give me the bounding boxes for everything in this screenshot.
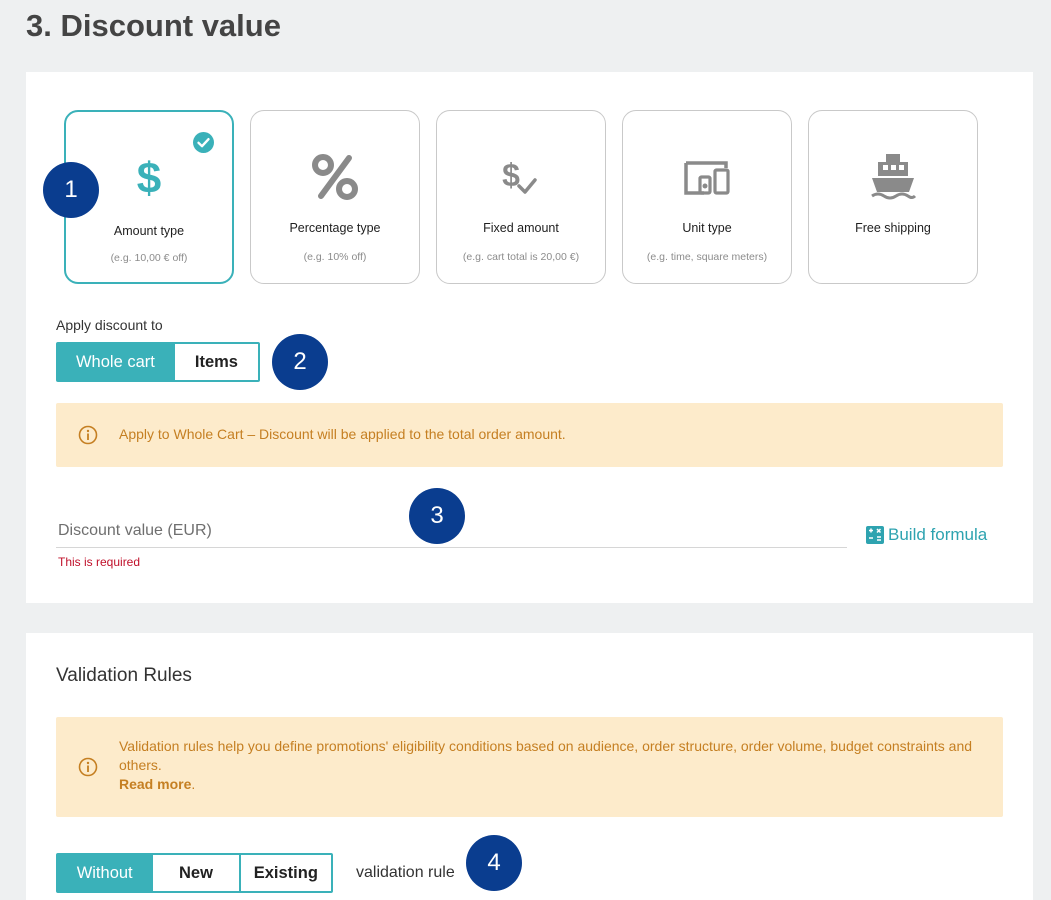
error-message: This is required: [58, 555, 141, 569]
items-button[interactable]: Items: [172, 344, 258, 380]
discount-value-card: $ Amount type (e.g. 10,00 € off) Percent…: [26, 72, 1033, 603]
percent-icon: [251, 151, 419, 203]
apply-notice-text: Apply to Whole Cart – Discount will be a…: [119, 426, 566, 442]
step-badge-4: 4: [466, 835, 522, 891]
apply-discount-label: Apply discount to: [56, 317, 163, 333]
validation-rule-suffix: validation rule: [356, 864, 455, 881]
validation-notice-text: Validation rules help you define promoti…: [119, 737, 979, 794]
tile-sub: (e.g. cart total is 20,00 €): [462, 251, 580, 263]
step-badge-3: 3: [409, 488, 465, 544]
validation-rule-toggle: Without New Existing: [56, 853, 333, 893]
check-circle-icon: [193, 132, 214, 153]
discount-type-free-shipping[interactable]: Free shipping: [808, 110, 978, 284]
tile-sub: (e.g. 10% off): [303, 251, 367, 263]
validation-rules-card: Validation Rules Validation rules help y…: [26, 633, 1033, 900]
validation-notice: Validation rules help you define promoti…: [56, 717, 1003, 817]
step-badge-2: 2: [272, 334, 328, 390]
build-formula-label: Build formula: [888, 525, 988, 544]
info-icon: [78, 757, 98, 777]
tile-sub: (e.g. time, square meters): [646, 251, 768, 263]
validation-rules-title: Validation Rules: [56, 665, 192, 686]
tile-label: Amount type: [113, 224, 185, 238]
existing-button[interactable]: Existing: [238, 855, 331, 891]
tile-label: Percentage type: [289, 221, 381, 235]
info-icon: [78, 425, 98, 445]
dollar-check-icon: $: [437, 151, 605, 203]
step-badge-1: 1: [43, 162, 99, 218]
svg-text:$: $: [502, 157, 520, 193]
devices-icon: [623, 151, 791, 203]
new-button[interactable]: New: [151, 855, 239, 891]
discount-type-percentage[interactable]: Percentage type (e.g. 10% off): [250, 110, 420, 284]
tile-sub: (e.g. 10,00 € off): [110, 252, 188, 264]
without-button[interactable]: Without: [58, 855, 152, 891]
read-more-link[interactable]: Read more: [119, 776, 191, 792]
svg-text:$: $: [137, 157, 161, 199]
page-title: 3. Discount value: [26, 8, 281, 43]
whole-cart-button[interactable]: Whole cart: [58, 344, 173, 380]
tile-label: Free shipping: [855, 221, 931, 235]
discount-type-fixed-amount[interactable]: $ Fixed amount (e.g. cart total is 20,00…: [436, 110, 606, 284]
calculator-icon: [866, 526, 884, 544]
read-more-suffix: .: [191, 776, 196, 792]
discount-type-unit[interactable]: Unit type (e.g. time, square meters): [622, 110, 792, 284]
tile-label: Unit type: [682, 221, 732, 235]
ship-icon: [809, 151, 977, 203]
tile-label: Fixed amount: [483, 221, 559, 235]
apply-discount-toggle: Whole cart Items: [56, 342, 260, 382]
validation-notice-body: Validation rules help you define promoti…: [119, 738, 973, 773]
build-formula-button[interactable]: Build formula: [866, 525, 987, 545]
apply-notice: Apply to Whole Cart – Discount will be a…: [56, 403, 1003, 467]
